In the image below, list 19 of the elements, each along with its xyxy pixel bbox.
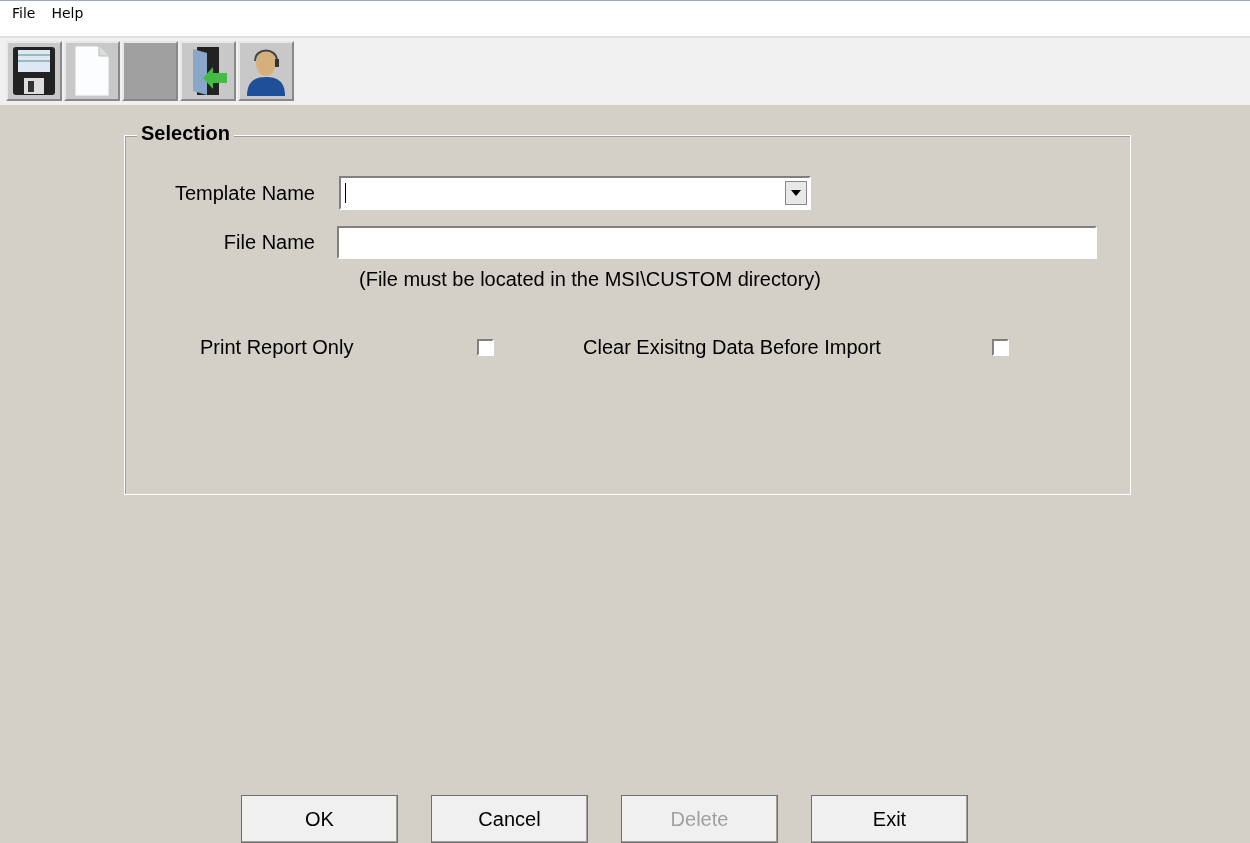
toolbar-button[interactable] xyxy=(180,41,236,101)
checkbox[interactable] xyxy=(992,339,1009,356)
dropdown-arrow-icon xyxy=(791,190,801,196)
checkbox-label: Clear Exisitng Data Before Import xyxy=(583,336,882,359)
field-label: File Name xyxy=(222,231,316,254)
hint-text: (File must be located in the MSI\CUSTOM directory) xyxy=(359,268,822,291)
toolbar-button[interactable] xyxy=(6,41,62,101)
checkbox[interactable] xyxy=(477,339,494,356)
dialog-button[interactable]: Exit xyxy=(811,795,968,843)
dialog-button[interactable]: Cancel xyxy=(431,795,588,843)
field-label: Template Name xyxy=(173,181,316,205)
template-name-dropdown[interactable] xyxy=(339,176,811,210)
blank-page-icon xyxy=(74,45,110,97)
toolbar-button[interactable] xyxy=(238,41,294,101)
checkbox-label: Print Report Only xyxy=(200,336,355,359)
dialog-button[interactable]: OK xyxy=(241,795,398,843)
file-name-field[interactable] xyxy=(337,226,1097,259)
menu-item[interactable]: Help xyxy=(45,1,90,21)
menu-item[interactable]: File xyxy=(6,1,42,21)
